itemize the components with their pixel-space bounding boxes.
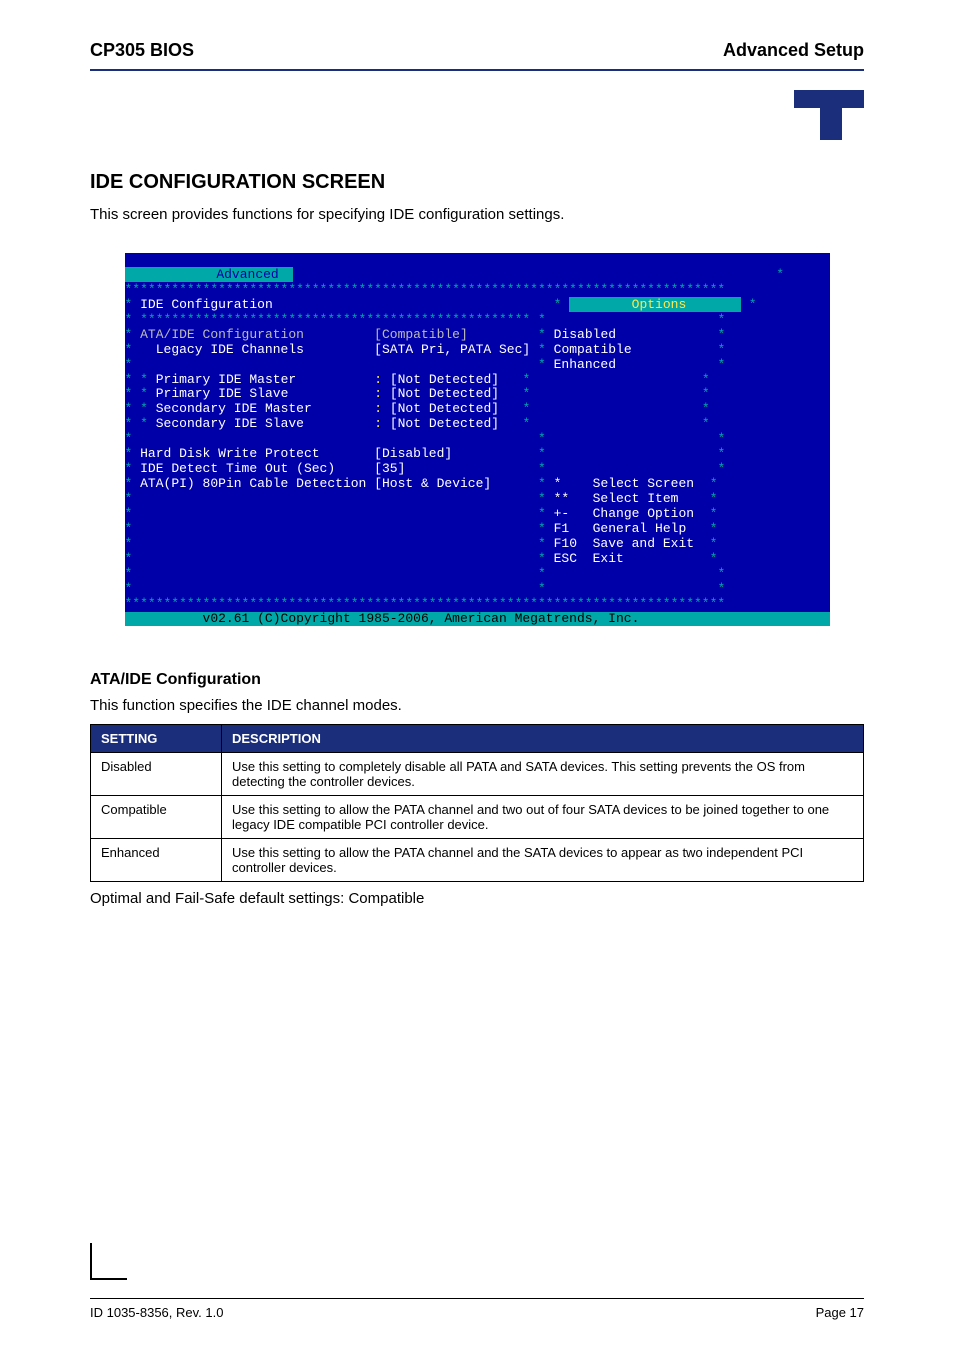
hint-change-option: Change Option: [593, 506, 694, 521]
hint-exit: Exit: [593, 551, 624, 566]
table-row: Compatible Use this setting to allow the…: [91, 796, 864, 839]
table-row: Disabled Use this setting to completely …: [91, 753, 864, 796]
opt-compatible: Compatible: [554, 342, 632, 357]
section-intro: This screen provides functions for speci…: [90, 206, 864, 223]
item-ata[interactable]: ATA/IDE Configuration: [140, 327, 304, 342]
brand-corner-icon: [794, 90, 864, 140]
table-row: Enhanced Use this setting to allow the P…: [91, 839, 864, 882]
dev-primary-slave[interactable]: Primary IDE Slave: [156, 386, 289, 401]
value-hdwp: [Disabled]: [374, 446, 452, 461]
dev-secondary-master[interactable]: Secondary IDE Master: [156, 401, 312, 416]
item-hdwp[interactable]: Hard Disk Write Protect: [140, 446, 319, 461]
corner-mark-icon: [90, 1243, 127, 1280]
subsection-desc: This function specifies the IDE channel …: [90, 697, 864, 714]
item-cable[interactable]: ATA(PI) 80Pin Cable Detection: [140, 476, 366, 491]
bios-tab-advanced: Advanced: [214, 267, 280, 282]
header-right: Advanced Setup: [723, 40, 864, 61]
value-cable: [Host & Device]: [374, 476, 491, 491]
item-legacy[interactable]: Legacy IDE Channels: [156, 342, 304, 357]
value-timeout: [35]: [374, 461, 405, 476]
dev-primary-master[interactable]: Primary IDE Master: [156, 372, 296, 387]
hint-general-help: General Help: [593, 521, 687, 536]
bios-heading: IDE Configuration: [140, 297, 273, 312]
opt-enhanced: Enhanced: [554, 357, 616, 372]
item-timeout[interactable]: IDE Detect Time Out (Sec): [140, 461, 335, 476]
dev-secondary-slave[interactable]: Secondary IDE Slave: [156, 416, 304, 431]
footer-id: ID 1035-8356, Rev. 1.0: [90, 1305, 223, 1320]
bios-footer: v02.61 (C)Copyright 1985-2006, American …: [203, 611, 640, 626]
section-title: IDE CONFIGURATION SCREEN: [90, 171, 864, 194]
opt-disabled: Disabled: [554, 327, 616, 342]
options-box-label: Options: [632, 297, 687, 312]
subsection-title: ATA/IDE Configuration: [90, 671, 864, 689]
hint-select-screen: Select Screen: [593, 476, 694, 491]
value-ata: [Compatible]: [374, 327, 468, 342]
defaults-note: Optimal and Fail-Safe default settings: …: [90, 890, 864, 907]
settings-table: SETTING DESCRIPTION Disabled Use this se…: [90, 724, 864, 882]
bios-screenshot: Advanced * *****************************…: [125, 253, 830, 626]
value-legacy: [SATA Pri, PATA Sec]: [374, 342, 530, 357]
th-setting: SETTING: [91, 725, 222, 753]
hint-save-exit: Save and Exit: [593, 536, 694, 551]
footer-page: Page 17: [816, 1305, 864, 1320]
th-description: DESCRIPTION: [222, 725, 864, 753]
hint-select-item: Select Item: [593, 491, 679, 506]
header-left: CP305 BIOS: [90, 40, 194, 61]
